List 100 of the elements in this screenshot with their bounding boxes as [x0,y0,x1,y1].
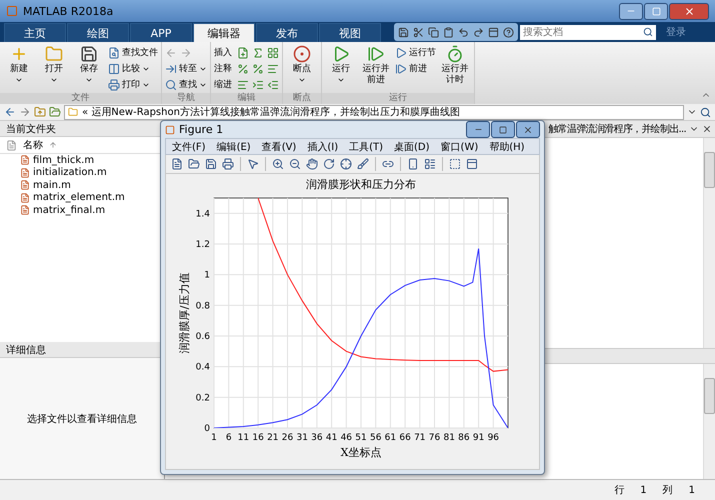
grid-icon[interactable] [267,46,279,58]
toolstrip-button[interactable]: 断点 [286,45,318,93]
show-tools-icon[interactable] [466,158,478,170]
save-icon[interactable] [398,26,409,38]
toolstrip-button[interactable]: 运行节 [395,45,436,60]
x-tick-label: 46 [340,433,352,443]
menu-item[interactable]: 查看(V) [262,140,296,154]
toolstrip-button[interactable]: 查找 [165,77,207,92]
printer-icon [108,78,120,90]
file-item[interactable]: film_thick.m [33,154,94,166]
toolstrip-button[interactable]: 运行 [325,45,357,93]
menu-item[interactable]: 文件(F) [172,140,206,154]
legend-icon[interactable] [424,158,436,170]
maximize-button[interactable] [491,121,515,138]
toolstrip-button[interactable]: 保存 [73,45,105,93]
copy-icon[interactable] [428,26,439,38]
paste-icon[interactable] [443,26,454,38]
script-file-icon [20,180,30,190]
x-tick-label: 41 [326,433,338,443]
hide-tools-icon[interactable] [449,158,461,170]
login-link[interactable]: 登录 [666,25,686,39]
scrollbar[interactable] [703,364,715,479]
panel-title: 当前文件夹 [6,122,56,136]
open-folder-icon[interactable] [188,158,200,170]
close-button[interactable] [669,2,709,20]
insert-icon[interactable] [237,46,249,58]
group-label: 文件 [0,93,161,104]
ribbon-tab[interactable]: APP [130,23,192,42]
close-button[interactable] [516,121,540,138]
ribbon-tab[interactable]: 视图 [319,23,381,42]
toolstrip-button[interactable]: 前进 [395,61,436,76]
maximize-button[interactable] [644,2,668,20]
group-label: 编辑 [211,93,282,104]
zoom-out-icon[interactable] [289,158,301,170]
menu-item[interactable]: 工具(T) [349,140,384,154]
file-item[interactable]: matrix_element.m [33,192,125,204]
status-label: 行 [614,484,624,497]
new-file-icon[interactable] [171,158,183,170]
colorbar-icon[interactable] [407,158,419,170]
y-tick-label: 1 [204,270,210,281]
menu-item[interactable]: 插入(I) [307,140,338,154]
menu-item[interactable]: 窗口(W) [440,140,478,154]
caret-icon [50,76,58,84]
menu-item[interactable]: 桌面(D) [394,140,430,154]
toolstrip-button[interactable]: 转至 [165,61,207,76]
cut-icon[interactable] [413,26,424,38]
minimize-button[interactable] [619,2,643,20]
ribbon-tab[interactable]: 发布 [256,23,318,42]
pointer-icon[interactable] [247,158,259,170]
back-arrow-icon[interactable] [4,106,16,118]
undo-icon[interactable] [458,26,469,38]
comment-icon[interactable] [237,62,249,74]
toolstrip-button[interactable]: 比较 [108,61,158,76]
column-header[interactable]: 名称 [23,138,43,152]
brush-icon[interactable] [357,158,369,170]
outdent-icon[interactable] [267,78,279,90]
toolstrip-button[interactable]: 打印 [108,77,158,92]
printer-icon[interactable] [222,158,234,170]
close-icon[interactable] [702,124,712,134]
folder-up-icon[interactable] [34,106,46,118]
function-icon[interactable] [252,46,264,58]
wrap-icon[interactable] [267,62,279,74]
close-icon [684,6,694,16]
menu-item[interactable]: 帮助(H) [489,140,525,154]
browse-folder-icon[interactable] [49,106,61,118]
file-item[interactable]: matrix_final.m [33,204,106,216]
file-item[interactable]: main.m [33,180,71,191]
ribbon-tab[interactable]: 编辑器 [193,23,255,42]
zoom-in-icon[interactable] [272,158,284,170]
toolstrip-button[interactable]: 新建 [3,45,35,93]
uncomment-icon[interactable] [252,62,264,74]
x-tick-label: 21 [267,433,279,443]
toolstrip-button[interactable]: 运行并前进 [360,45,392,93]
x-tick-label: 36 [311,433,323,443]
toolstrip-button[interactable]: 打开 [38,45,70,93]
save-icon[interactable] [205,158,217,170]
window-layout-icon[interactable] [488,26,499,38]
toolstrip-button[interactable]: 运行并计时 [439,45,471,93]
toolstrip-button[interactable]: 查找文件 [108,45,158,60]
pan-hand-icon[interactable] [306,158,318,170]
ribbon-tab[interactable]: 绘图 [67,23,129,42]
file-item[interactable]: initialization.m [33,167,107,178]
indent-icon[interactable] [252,78,264,90]
help-icon[interactable] [503,26,514,38]
data-cursor-icon[interactable] [340,158,352,170]
panel-title: 详细信息 [6,344,46,356]
address-field[interactable]: « 运用New-Rapshon方法计算线接触常温弹流润滑程序，并绘制出压力和膜厚曲线图 [64,104,684,120]
redo-icon[interactable] [473,26,484,38]
run-timer-icon [446,45,464,63]
forward-arrow-icon[interactable] [19,106,31,118]
y-tick-label: 0.8 [196,301,210,312]
scrollbar[interactable] [703,138,715,348]
ribbon-tab[interactable]: 主页 [4,23,66,42]
menu-item[interactable]: 编辑(E) [216,140,251,154]
rotate-icon[interactable] [323,158,335,170]
x-tick-label: 51 [355,433,367,443]
editor-tab-title[interactable]: 触常温弹流润滑程序，并绘制出... [548,122,686,136]
smart-indent-icon[interactable] [237,78,249,90]
search-icon[interactable] [700,106,711,118]
minimize-button[interactable] [466,121,490,138]
